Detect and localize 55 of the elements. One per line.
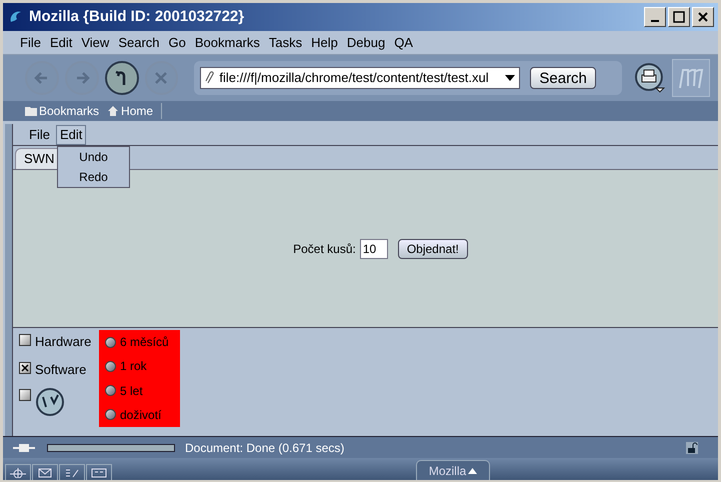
quantity-label: Počet kusů: xyxy=(293,240,356,258)
radio-label: 5 let xyxy=(120,382,143,400)
checkbox-label: Hardware xyxy=(35,333,92,351)
up-triangle-icon xyxy=(468,468,478,474)
sidebar-grip[interactable] xyxy=(5,124,13,436)
radio-button[interactable] xyxy=(105,409,116,420)
radio-button[interactable] xyxy=(105,385,116,396)
menu-item[interactable]: Edit xyxy=(50,32,72,52)
mozilla-logo xyxy=(672,59,710,97)
menu-item[interactable]: Help xyxy=(311,32,338,52)
menu-item[interactable]: QA xyxy=(394,32,413,52)
menu-item[interactable]: Go xyxy=(168,32,186,52)
menu-item[interactable]: Search xyxy=(118,32,160,52)
minimize-button[interactable] xyxy=(644,7,666,27)
radio-button[interactable] xyxy=(105,360,116,372)
radio-label: 1 rok xyxy=(120,358,147,376)
checkbox[interactable] xyxy=(19,362,31,374)
minimize-icon xyxy=(651,20,659,22)
quantity-field[interactable]: 10 xyxy=(360,238,388,258)
menu-item[interactable]: View xyxy=(81,32,110,52)
radio-button[interactable] xyxy=(105,336,116,348)
dropdown-arrow-icon[interactable] xyxy=(505,74,516,82)
window-title: Mozilla {Build ID: 2001032722} xyxy=(29,6,244,27)
maximize-button[interactable] xyxy=(668,7,690,27)
url-field[interactable]: file:///f|/mozilla/chrome/test/content/test/test.xul xyxy=(200,67,520,89)
menu-item[interactable]: Edit xyxy=(56,124,86,144)
menu-item[interactable]: Redo xyxy=(79,168,108,186)
envelope-icon[interactable] xyxy=(32,464,58,480)
reload-button[interactable] xyxy=(104,61,139,95)
radio-label: doživotí xyxy=(120,406,162,424)
close-icon xyxy=(697,11,709,23)
menu-item[interactable]: File xyxy=(25,124,54,144)
paperclip-icon xyxy=(205,71,216,85)
menu-item[interactable]: Debug xyxy=(346,32,386,52)
connection-icon xyxy=(13,442,35,452)
order-button[interactable]: Objednat! xyxy=(398,238,468,258)
taskbar-button[interactable]: Mozilla xyxy=(416,460,490,480)
bookmark-button[interactable]: Bookmarks xyxy=(25,102,100,120)
radio-label: 6 měsíců xyxy=(120,334,169,352)
checkbox[interactable] xyxy=(19,389,31,401)
menu-item[interactable]: File xyxy=(20,32,41,52)
printer-icon[interactable] xyxy=(634,62,666,94)
padlock-icon xyxy=(686,442,698,454)
search-button[interactable]: Search xyxy=(530,67,596,89)
status-text: Document: Done (0.671 secs) xyxy=(185,440,344,456)
checkbox[interactable] xyxy=(19,334,31,346)
menu-item[interactable]: Bookmarks xyxy=(194,32,260,52)
house-icon xyxy=(107,105,120,117)
folder-icon xyxy=(25,106,37,116)
bookmark-button[interactable]: Home xyxy=(107,102,154,120)
menu-item[interactable]: Tasks xyxy=(268,32,302,52)
menu-item[interactable]: Undo xyxy=(79,148,108,166)
close-button[interactable] xyxy=(692,7,714,27)
checkbox-label: Software xyxy=(35,360,86,378)
maximize-icon xyxy=(673,11,685,23)
